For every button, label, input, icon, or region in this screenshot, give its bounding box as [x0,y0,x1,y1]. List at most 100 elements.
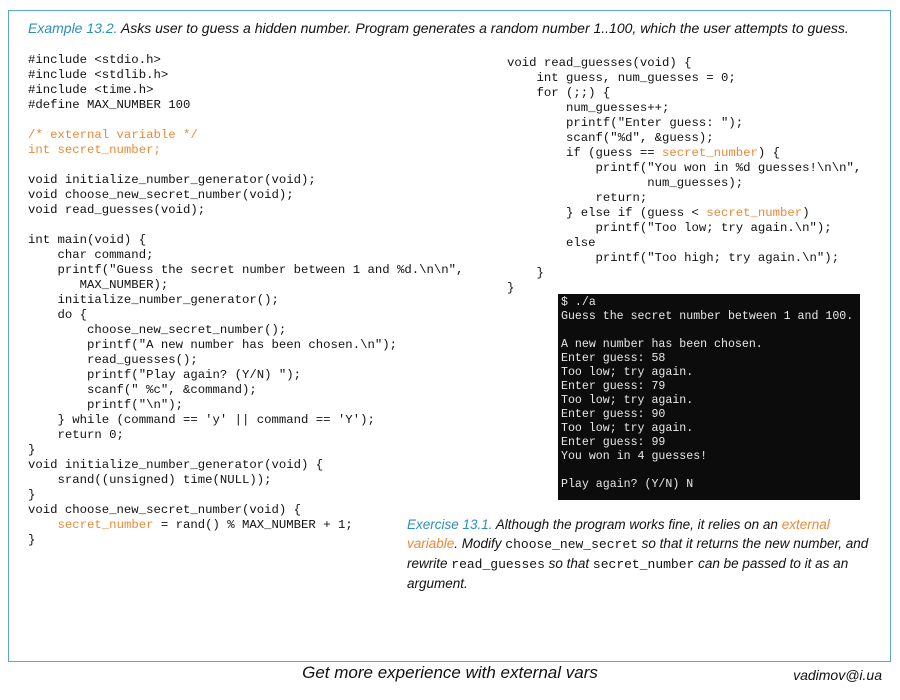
code-line: int secret_number; [28,143,463,158]
code-text: } [28,488,36,502]
code-text: } [28,443,36,457]
code-text: #define MAX_NUMBER 100 [28,98,191,112]
code-text: printf("Play again? (Y/N) "); [28,368,302,382]
code-text: #include <stdio.h> [28,53,161,67]
code-line: do { [28,308,463,323]
code-line: choose_new_secret_number(); [28,323,463,338]
code-text: void read_guesses(void); [28,203,206,217]
code-text: initialize_number_generator(); [28,293,279,307]
code-text: ) { [757,146,781,160]
code-block-read-guesses: void read_guesses(void) { int guess, num… [507,56,861,296]
code-line: /* external variable */ [28,128,463,143]
code-line: void initialize_number_generator(void) { [28,458,463,473]
code-text: = rand() % MAX_NUMBER + 1; [153,518,353,532]
code-line: #define MAX_NUMBER 100 [28,98,463,113]
code-text: printf("A new number has been chosen.\n"… [28,338,397,352]
code-line: } [28,488,463,503]
code-text: } else if (guess < [507,206,707,220]
code-text: #include <stdlib.h> [28,68,169,82]
exercise-text-part: Although the program works fine, it reli… [492,517,782,532]
terminal-text: $ ./a Guess the secret number between 1 … [561,296,854,491]
code-line: if (guess == secret_number) { [507,146,861,161]
code-line: printf("Too low; try again.\n"); [507,221,861,236]
code-text: #include <time.h> [28,83,154,97]
code-text: return; [507,191,648,205]
code-line: printf("Guess the secret number between … [28,263,464,278]
code-highlight: /* external variable */ [28,128,198,142]
code-line: } [507,266,861,281]
code-line: #include <stdlib.h> [28,68,463,83]
code-text: printf("Too low; try again.\n"); [507,221,832,235]
code-text: scanf("%d", &guess); [507,131,714,145]
code-line: void choose_new_secret_number(void); [28,188,463,203]
code-text: printf("\n"); [28,398,183,412]
example-description: Asks user to guess a hidden number. Prog… [117,20,849,36]
code-text: num_guesses); [507,176,744,190]
code-line: printf("Play again? (Y/N) "); [28,368,463,383]
code-text: int main(void) { [28,233,147,247]
code-text: read_guesses(); [28,353,198,367]
code-highlight: secret_number [661,146,758,160]
code-text: printf("Guess the secret number between … [28,263,464,277]
code-line: printf("A new number has been chosen.\n"… [28,338,463,353]
code-text: for (;;) { [507,86,611,100]
code-line: scanf(" %c", &command); [28,383,463,398]
footer-title: Get more experience with external vars [302,663,598,682]
code-text: void choose_new_secret_number(void); [28,188,294,202]
code-line: void read_guesses(void) { [507,56,861,71]
code-line: char command; [28,248,463,263]
code-line: MAX_NUMBER); [28,278,463,293]
code-text: } [507,281,515,295]
code-text: printf("Enter guess: "); [507,116,744,130]
terminal-output-window: $ ./a Guess the secret number between 1 … [558,294,860,500]
author-email: vadimov@i.ua [793,667,882,683]
code-line: int guess, num_guesses = 0; [507,71,861,86]
code-line: initialize_number_generator(); [28,293,463,308]
code-line: scanf("%d", &guess); [507,131,861,146]
code-text: void initialize_number_generator(void) { [28,458,324,472]
code-text: void read_guesses(void) { [507,56,692,70]
code-block-main: #include <stdio.h> #include <stdlib.h> #in… [28,53,463,548]
code-highlight: int secret_number; [28,143,161,157]
code-text: MAX_NUMBER); [28,278,169,292]
code-text: } [28,533,36,547]
code-line: printf("You won in %d guesses!\n\n", [507,161,862,176]
code-line: return 0; [28,428,463,443]
code-ref-choose-new-secret: choose_new_secret [505,537,638,552]
code-line: } else if (guess < secret_number) [507,206,861,221]
code-text: void choose_new_secret_number(void) { [28,503,302,517]
code-text: do { [28,308,88,322]
code-text: num_guesses++; [507,101,670,115]
code-text: srand((unsigned) time(NULL)); [28,473,272,487]
code-line: secret_number = rand() % MAX_NUMBER + 1; [28,518,463,533]
code-highlight: secret_number [706,206,803,220]
exercise-label: Exercise 13.1. [407,517,493,532]
exercise-text: Exercise 13.1. Although the program work… [407,515,877,593]
code-line: num_guesses++; [507,101,861,116]
code-text: int guess, num_guesses = 0; [507,71,736,85]
code-line: printf("Enter guess: "); [507,116,861,131]
code-line: } [28,443,463,458]
code-text: return 0; [28,428,124,442]
code-text: printf("Too high; try again.\n"); [507,251,840,265]
example-label: Example 13.2. [28,20,118,36]
code-line: return; [507,191,861,206]
code-line: printf("Too high; try again.\n"); [507,251,861,266]
code-line: srand((unsigned) time(NULL)); [28,473,463,488]
code-line: int main(void) { [28,233,463,248]
code-text: } [507,266,544,280]
code-line: } while (command == 'y' || command == 'Y… [28,413,463,428]
code-highlight: secret_number [57,518,154,532]
code-line: void initialize_number_generator(void); [28,173,463,188]
code-text: void initialize_number_generator(void); [28,173,316,187]
example-heading: Example 13.2. Asks user to guess a hidde… [28,20,888,36]
code-line: void choose_new_secret_number(void) { [28,503,463,518]
code-text: printf("You won in %d guesses!\n\n", [507,161,862,175]
code-text: char command; [28,248,154,262]
code-text: } while (command == 'y' || command == 'Y… [28,413,375,427]
code-text: else [507,236,596,250]
